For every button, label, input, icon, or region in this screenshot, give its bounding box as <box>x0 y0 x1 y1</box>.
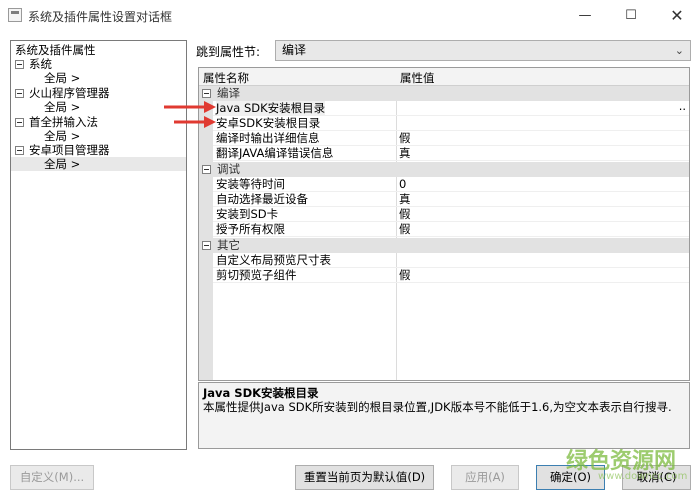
tree-item-pinyin-global[interactable]: 全局 > <box>44 129 80 143</box>
property-name: 授予所有权限 <box>216 222 285 236</box>
jump-to-section-select[interactable]: 编译 ⌄ <box>275 40 691 61</box>
tree-node-volcano-manager[interactable]: 火山程序管理器 <box>15 86 110 100</box>
category-row-compile[interactable]: 编译 <box>199 86 689 101</box>
tree-item-android-global[interactable]: 全局 > <box>11 157 186 171</box>
column-header-value: 属性值 <box>400 71 435 85</box>
category-row-debug[interactable]: 调试 <box>199 162 689 177</box>
property-row[interactable]: 翻译JAVA编译错误信息 真 <box>199 146 689 161</box>
browse-button[interactable]: .. <box>679 99 686 114</box>
property-name: 剪切预览子组件 <box>216 268 297 282</box>
description-title: Java SDK安装根目录 <box>203 386 319 400</box>
property-row[interactable]: 安装等待时间 0 <box>199 177 689 192</box>
watermark-url: www.downcc.com <box>598 471 688 482</box>
category-label: 编译 <box>217 86 240 100</box>
collapse-icon[interactable] <box>202 89 211 98</box>
description-text: 本属性提供Java SDK所安装到的根目录位置,JDK版本号不能低于1.6,为空… <box>203 400 672 414</box>
category-row-other[interactable]: 其它 <box>199 238 689 253</box>
category-label: 其它 <box>217 238 240 252</box>
grid-header: 属性名称 属性值 <box>199 68 689 86</box>
property-name: 安装等待时间 <box>216 177 285 191</box>
title-bar: 系统及插件属性设置对话框 — ☐ ✕ <box>0 0 700 31</box>
tree-item-label: 全局 > <box>44 157 81 171</box>
property-row[interactable]: 编译时输出详细信息 假 <box>199 131 689 146</box>
property-grid[interactable]: 属性名称 属性值 编译 Java SDK安装根目录 .. 安卓SDK安装根目录 … <box>198 67 690 381</box>
tree-item-label: 全局 > <box>44 71 81 85</box>
property-name: 自动选择最近设备 <box>216 192 308 206</box>
chevron-down-icon: ⌄ <box>674 44 684 57</box>
property-row[interactable]: 授予所有权限 假 <box>199 222 689 237</box>
category-label: 调试 <box>217 162 240 176</box>
tree-item-label: 安卓项目管理器 <box>29 143 110 157</box>
tree-node-system[interactable]: 系统 <box>15 57 52 71</box>
tree-item-label: 系统及插件属性 <box>15 43 96 57</box>
annotation-arrows <box>164 101 216 128</box>
apply-button[interactable]: 应用(A) <box>451 465 519 490</box>
tree-item-label: 系统 <box>29 57 52 71</box>
property-row[interactable]: Java SDK安装根目录 .. <box>199 99 689 116</box>
property-row[interactable]: 安装到SD卡 假 <box>199 207 689 222</box>
column-header-name: 属性名称 <box>203 71 249 85</box>
jump-to-section-label: 跳到属性节: <box>196 45 261 59</box>
maximize-button[interactable]: ☐ <box>608 0 654 31</box>
property-row[interactable]: 自动选择最近设备 真 <box>199 192 689 207</box>
property-value[interactable]: 假 <box>399 131 411 146</box>
property-row[interactable]: 剪切预览子组件 假 <box>199 268 689 283</box>
property-name: 安装到SD卡 <box>216 207 279 221</box>
property-name: 翻译JAVA编译错误信息 <box>216 146 334 160</box>
tree-item-label: 全局 > <box>44 100 81 114</box>
collapse-icon[interactable] <box>15 118 24 127</box>
tree-root[interactable]: 系统及插件属性 <box>15 43 96 57</box>
jump-select-value: 编译 <box>282 43 307 57</box>
property-name: 编译时输出详细信息 <box>216 131 320 145</box>
description-panel: Java SDK安装根目录 本属性提供Java SDK所安装到的根目录位置,JD… <box>198 382 690 449</box>
property-value[interactable]: 假 <box>399 268 411 283</box>
property-value[interactable]: 假 <box>399 207 411 222</box>
property-row[interactable]: 自定义布局预览尺寸表 <box>199 253 689 268</box>
property-value[interactable]: 真 <box>399 146 411 161</box>
customize-button[interactable]: 自定义(M)... <box>10 465 94 490</box>
property-name: 安卓SDK安装根目录 <box>216 116 321 130</box>
property-value[interactable]: 0 <box>399 177 406 192</box>
property-name: 自定义布局预览尺寸表 <box>216 253 331 267</box>
tree-item-volcano-global[interactable]: 全局 > <box>44 100 80 114</box>
arrow-icon <box>174 116 216 128</box>
minimize-button[interactable]: — <box>562 0 608 31</box>
property-value[interactable]: 真 <box>399 192 411 207</box>
app-icon <box>8 8 22 22</box>
collapse-icon[interactable] <box>15 60 24 69</box>
collapse-icon[interactable] <box>15 89 24 98</box>
tree-item-label: 火山程序管理器 <box>29 86 110 100</box>
property-row[interactable]: 安卓SDK安装根目录 <box>199 116 689 131</box>
tree-node-pinyin-input[interactable]: 首全拼输入法 <box>15 115 98 129</box>
tree-node-android-manager[interactable]: 安卓项目管理器 <box>15 143 110 157</box>
tree-item-system-global[interactable]: 全局 > <box>44 71 80 85</box>
property-value[interactable]: 假 <box>399 222 411 237</box>
arrow-icon <box>164 101 216 113</box>
collapse-icon[interactable] <box>202 165 211 174</box>
collapse-icon[interactable] <box>15 146 24 155</box>
tree-item-label: 全局 > <box>44 129 81 143</box>
collapse-icon[interactable] <box>202 241 211 250</box>
window-title: 系统及插件属性设置对话框 <box>28 10 173 24</box>
property-name: Java SDK安装根目录 <box>216 101 326 116</box>
reset-defaults-button[interactable]: 重置当前页为默认值(D) <box>295 465 434 490</box>
close-button[interactable]: ✕ <box>654 0 700 31</box>
tree-item-label: 首全拼输入法 <box>29 115 98 129</box>
